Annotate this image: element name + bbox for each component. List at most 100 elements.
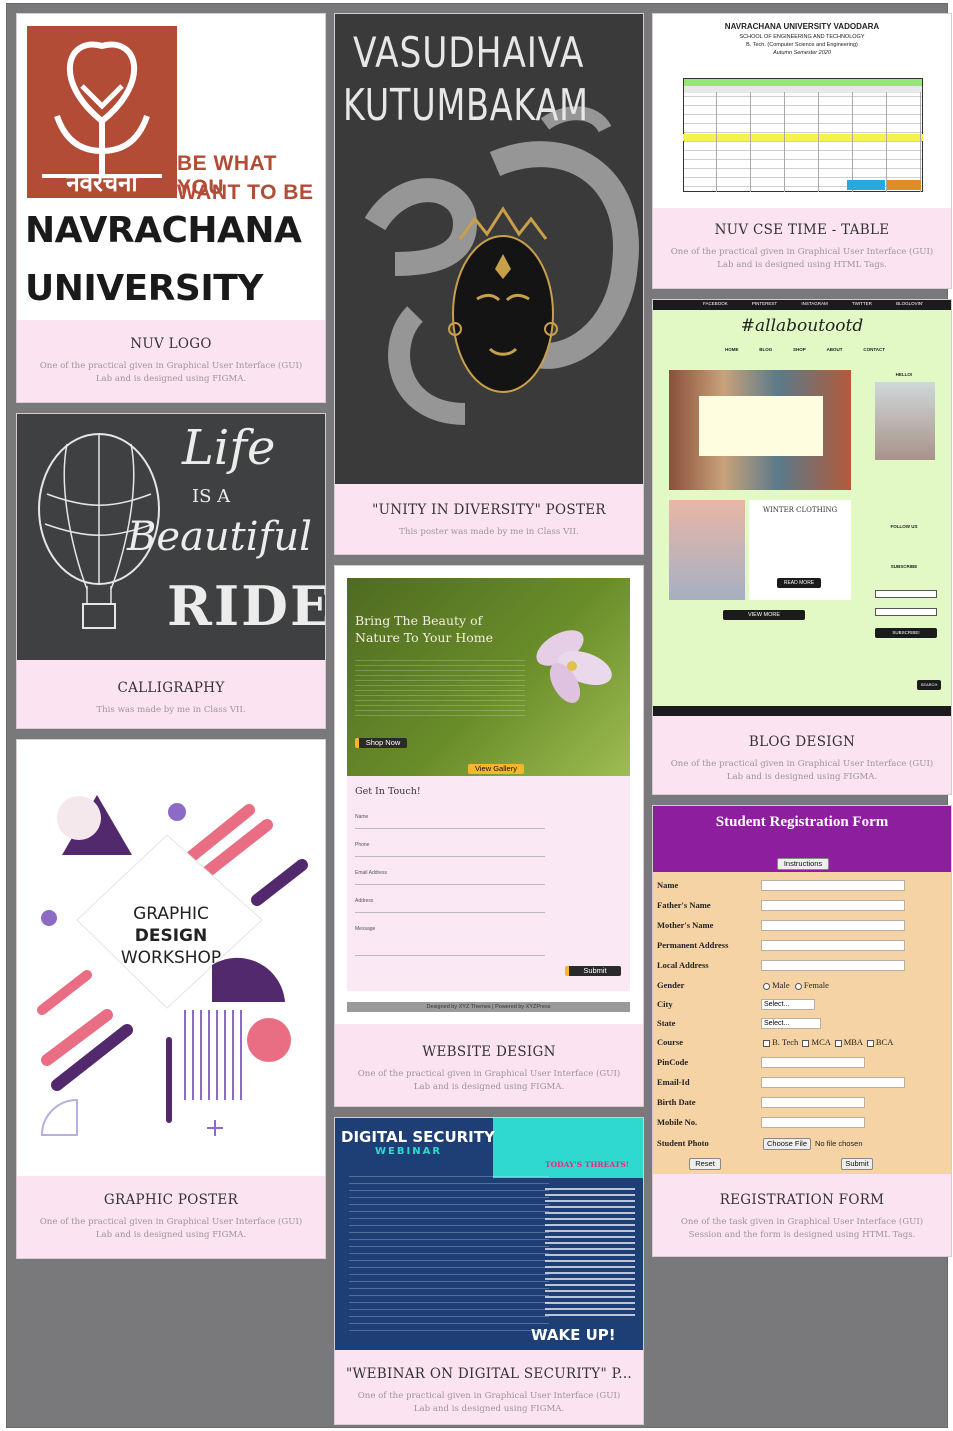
label-local-address: Local Address [657,960,709,970]
site-footer: Designed by XYZ Themes | Powered by XYZP… [347,1002,630,1012]
blog-subscribe-button[interactable]: SUBSCRIBE! [875,628,937,638]
view-gallery-button[interactable]: View Gallery [468,764,524,774]
city-select[interactable]: Select... [761,999,815,1010]
flower-icon [536,630,612,703]
course-mba: MBA [843,1037,863,1047]
blog-view-more-button[interactable]: VIEW MORE [723,610,805,620]
local-address-input[interactable] [761,960,905,971]
blog-subscribe-label: SUBSCRIBE [890,564,918,569]
checkbox-icon[interactable] [834,1039,842,1047]
card-unity-poster[interactable]: VASUDHAIVA KUTUMBAKAM "UNITY IN DIVERSIT… [335,14,643,554]
choose-file-button[interactable]: Choose File [763,1138,811,1150]
menu-home[interactable]: HOME [725,347,739,352]
blog-menu: HOME BLOG SHOP ABOUT CONTACT [725,347,885,352]
label-birth-date: Birth Date [657,1097,696,1107]
card-webinar[interactable]: DIGITAL SECURITY WEBINAR TODAY'S THREATS… [335,1118,643,1424]
nav-twitter[interactable]: TWITTER [852,301,872,306]
card-nuv-logo[interactable]: नवरचना BE WHAT YOU WANT TO BE NAVRACHANA… [17,14,325,402]
radio-icon[interactable] [794,982,802,990]
card-timetable[interactable]: NAVRACHANA UNIVERSITY VADODARA SCHOOL OF… [653,14,951,288]
label-course: Course [657,1037,683,1047]
contact-field-name[interactable]: Name [355,814,545,829]
card-description: One of the practical given in Graphical … [357,1391,621,1414]
shop-now-button[interactable]: Shop Now [355,738,407,748]
contact-submit-button[interactable]: Submit [565,966,621,976]
blog-subscribe-email[interactable] [875,608,937,616]
nav-bloglovin[interactable]: BLOGLOVIN' [896,301,923,306]
card-title: REGISTRATION FORM [719,1192,885,1208]
poster-text-2: DESIGN [134,926,208,946]
card-description: One of the practical given in Graphical … [357,1069,621,1092]
card-blog-design[interactable]: FACEBOOK PINTEREST INSTAGRAM TWITTER BLO… [653,300,951,794]
nav-pinterest[interactable]: PINTEREST [752,301,777,306]
checkbox-icon[interactable] [802,1039,810,1047]
card-graphic-poster[interactable]: GRAPHIC DESIGN WORKSHOP GRAPHIC POSTER O… [17,740,325,1258]
webinar-subheading: WEBINAR [375,1146,443,1157]
nav-instagram[interactable]: INSTAGRAM [801,301,827,306]
course-bca: BCA [875,1037,894,1047]
webinar-image: DIGITAL SECURITY WEBINAR TODAY'S THREATS… [335,1118,643,1350]
card-calligraphy[interactable]: Life IS A Beautiful RIDE CALLIGRAPHY Thi… [17,414,325,728]
poster-text-3: WORKSHOP [120,948,222,968]
email-input[interactable] [761,1077,905,1088]
nav-facebook[interactable]: FACEBOOK [703,301,728,306]
menu-about[interactable]: ABOUT [827,347,843,352]
father-name-input[interactable] [761,900,905,911]
checkbox-icon[interactable] [866,1039,874,1047]
calligraphy-text-1: Life [182,420,276,476]
tt-head-1: NAVRACHANA UNIVERSITY VADODARA [724,22,880,31]
checkbox-icon[interactable] [763,1039,770,1047]
card-title: GRAPHIC POSTER [103,1192,239,1208]
blog-subscribe-name[interactable] [875,590,937,598]
label-email: Email-Id [657,1077,690,1087]
name-input[interactable] [761,880,905,891]
contact-field-email[interactable]: Email Address [355,870,545,885]
label-mother-name: Mother's Name [657,920,714,930]
blog-search-button[interactable]: SEARCH [917,680,941,690]
gender-female: Female [803,980,829,990]
logo-tagline-2: WANT TO BE [177,181,314,204]
radio-icon[interactable] [763,982,770,990]
card-registration-form[interactable]: Student Registration Form Instructions N… [653,806,951,1256]
contact-field-address[interactable]: Address [355,898,545,913]
webinar-heading: DIGITAL SECURITY [341,1128,495,1146]
tt-head-2: SCHOOL OF ENGINEERING AND TECHNOLOGY [739,34,865,40]
birth-date-input[interactable] [761,1097,865,1108]
instructions-button[interactable]: Instructions [777,858,829,870]
submit-button[interactable]: Submit [841,1158,873,1170]
contact-field-phone[interactable]: Phone [355,842,545,857]
mother-name-input[interactable] [761,920,905,931]
reset-button[interactable]: Reset [689,1158,721,1170]
pincode-input[interactable] [761,1057,865,1068]
contact-field-message[interactable]: Message [355,926,545,956]
menu-blog[interactable]: BLOG [759,347,772,352]
menu-shop[interactable]: SHOP [793,347,806,352]
card-title: CALLIGRAPHY [117,680,225,696]
label-permanent-address: Permanent Address [657,940,729,950]
card-description: This poster was made by me in Class VII. [399,527,579,537]
permanent-address-input[interactable] [761,940,905,951]
card-title: WEBSITE DESIGN [422,1044,556,1060]
gender-options: Male Female [763,980,829,990]
menu-contact[interactable]: CONTACT [863,347,885,352]
tt-cell-orange [887,180,921,190]
webinar-teal-band [493,1118,643,1178]
mobile-input[interactable] [761,1117,865,1128]
label-student-photo: Student Photo [657,1138,709,1148]
card-description: One of the practical given in Graphical … [39,361,303,384]
card-description: This was made by me in Class VII. [96,705,246,715]
webinar-threats: TODAY'S THREATS! [545,1160,630,1169]
calligraphy-text-3: Beautiful [127,514,312,560]
webinar-word-cloud [545,1188,635,1318]
card-website-design[interactable]: Bring The Beauty of Nature To Your Home … [335,566,643,1106]
blog-read-more-button[interactable]: READ MORE [777,578,821,588]
webinar-wake-up: WAKE UP! [531,1326,616,1344]
calligraphy-image: Life IS A Beautiful RIDE [17,414,325,660]
portfolio-gallery: नवरचना BE WHAT YOU WANT TO BE NAVRACHANA… [6,3,951,1428]
label-city: City [657,999,673,1009]
state-select[interactable]: Select... [761,1018,821,1029]
calligraphy-text-2: IS A [192,486,231,507]
label-pincode: PinCode [657,1057,689,1067]
poster-art-text-1: VASUDHAIVA [353,28,585,77]
course-options: B. Tech MCA MBA BCA [763,1037,893,1047]
